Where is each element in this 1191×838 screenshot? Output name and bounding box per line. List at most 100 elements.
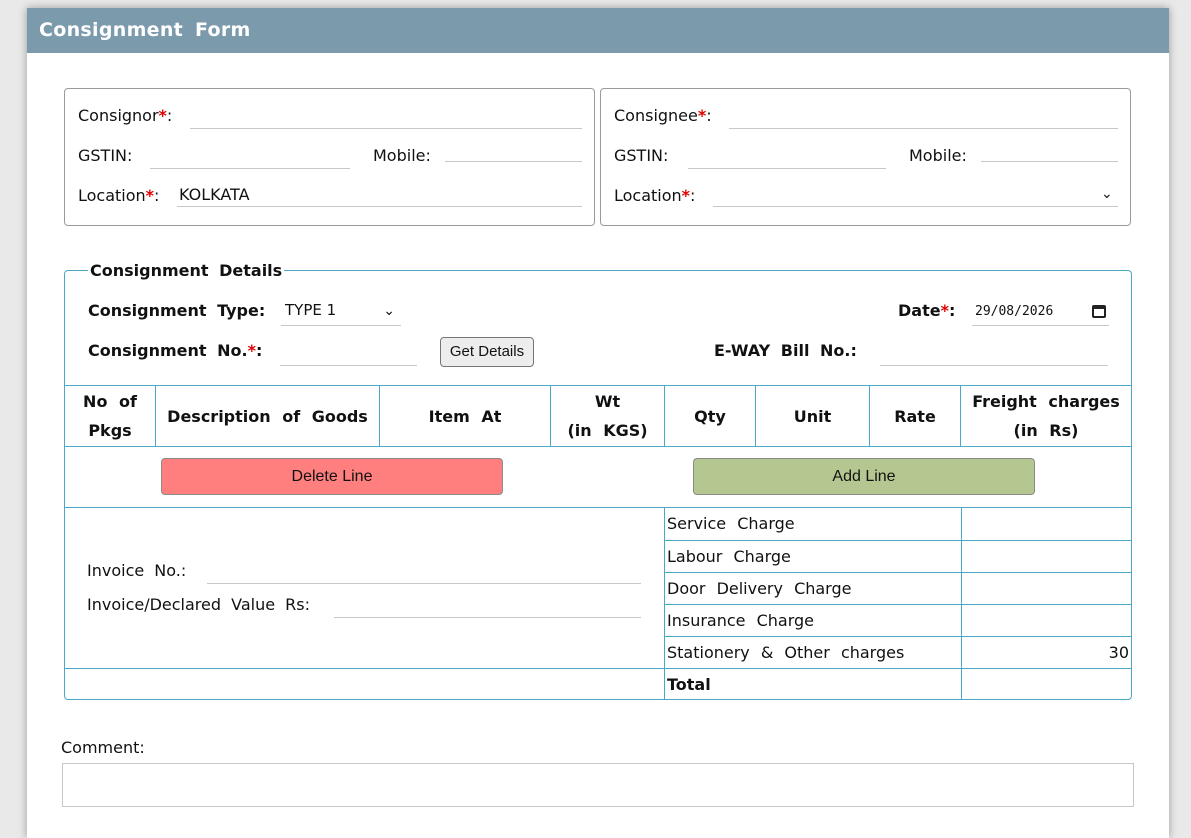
consignment-no-label: Consignment No.*:: [88, 341, 262, 360]
consignment-type-select[interactable]: TYPE 1 ⌄: [281, 298, 401, 326]
consignor-label-text: Consignor: [78, 106, 159, 125]
invoice-no-field[interactable]: [207, 562, 641, 584]
header-rate: Rate: [869, 385, 961, 447]
consignee-gstin-label: GSTIN:: [614, 146, 669, 165]
consignor-name-field[interactable]: [190, 107, 582, 129]
header-freight-charges: Freight charges (in Rs): [960, 385, 1132, 447]
charge-value-field[interactable]: 30: [960, 635, 1132, 669]
charge-label: Door Delivery Charge: [664, 571, 962, 605]
consignee-mobile-label: Mobile:: [909, 146, 967, 165]
header-line: No of: [83, 392, 137, 411]
consignor-panel: Consignor*: GSTIN: Mobile: Location*: KO…: [64, 88, 595, 226]
charge-label: Stationery & Other charges: [664, 635, 962, 669]
header-no-of-pkgs: No of Pkgs: [64, 385, 156, 447]
delete-line-button[interactable]: Delete Line: [161, 458, 503, 495]
total-value: [960, 667, 1132, 700]
charge-row: Insurance Charge: [664, 603, 1132, 637]
colon: :: [948, 301, 956, 320]
consignment-details-legend: Consignment Details: [88, 261, 285, 280]
consignor-gstin-label: GSTIN:: [78, 146, 133, 165]
consignee-panel: Consignee*: GSTIN: Mobile: Location*: ⌄: [600, 88, 1131, 226]
consignor-location-label: Location*:: [78, 186, 159, 205]
charge-label: Service Charge: [664, 508, 962, 541]
consignee-location-select[interactable]: [713, 185, 1118, 207]
header-description: Description of Goods: [155, 385, 380, 447]
colon: :: [154, 186, 160, 205]
goods-table-header-row: No of Pkgs Description of Goods Item At W…: [64, 385, 1132, 447]
header-line: Pkgs: [88, 421, 132, 440]
chevron-down-icon: ⌄: [383, 303, 395, 319]
colon: :: [255, 341, 263, 360]
charge-label: Insurance Charge: [664, 603, 962, 637]
charge-row: Service Charge: [664, 508, 1132, 541]
consignor-location-field[interactable]: KOLKATA: [177, 185, 582, 207]
consignee-label-text: Consignee: [614, 106, 698, 125]
charges-table: Service Charge Labour Charge Door Delive…: [664, 508, 1132, 700]
charge-row: Door Delivery Charge: [664, 571, 1132, 605]
colon: :: [706, 106, 712, 125]
eway-bill-field[interactable]: [880, 344, 1108, 366]
consignee-mobile-field[interactable]: [981, 140, 1118, 162]
invoice-value-field[interactable]: [334, 596, 641, 618]
header-line: Item At: [428, 406, 502, 426]
date-label: Date*:: [898, 301, 955, 320]
consignee-label: Consignee*:: [614, 106, 712, 125]
header-qty: Qty: [664, 385, 756, 447]
charge-label: Labour Charge: [664, 539, 962, 573]
calendar-icon[interactable]: [1092, 305, 1106, 318]
comment-textarea[interactable]: [62, 763, 1134, 807]
charge-row: Stationery & Other charges 30: [664, 635, 1132, 669]
header-item-at: Item At: [379, 385, 551, 447]
header-weight: Wt (in KGS): [550, 385, 665, 447]
consignor-label: Consignor*:: [78, 106, 172, 125]
consignment-type-value: TYPE 1: [285, 301, 337, 319]
header-line: Qty: [694, 406, 726, 426]
header-line: (in KGS): [567, 421, 648, 440]
consignor-mobile-label: Mobile:: [373, 146, 431, 165]
required-mark: *: [158, 106, 167, 125]
consignment-form-page: Consignment Form Consignor*: GSTIN: Mobi…: [27, 8, 1169, 838]
consignor-location-label-text: Location: [78, 186, 146, 205]
invoice-no-label: Invoice No.:: [87, 561, 187, 580]
consignment-no-field[interactable]: [280, 344, 417, 366]
required-mark: *: [145, 186, 155, 205]
consignee-gstin-field[interactable]: [688, 147, 886, 169]
consignee-location-label: Location*:: [614, 186, 695, 205]
header-unit: Unit: [755, 385, 870, 447]
consignee-name-field[interactable]: [729, 107, 1118, 129]
date-value: 29/08/2026: [975, 304, 1054, 319]
comment-label: Comment:: [61, 738, 145, 757]
charge-row: Labour Charge: [664, 539, 1132, 573]
eway-bill-label: E-WAY Bill No.:: [714, 341, 857, 360]
date-label-text: Date: [898, 301, 941, 320]
required-mark: *: [697, 106, 707, 125]
required-mark: *: [940, 301, 949, 320]
header-line: Rate: [894, 406, 936, 426]
colon: :: [166, 106, 173, 125]
form-title: Consignment Form: [27, 8, 1169, 53]
get-details-button[interactable]: Get Details: [440, 337, 534, 367]
charge-value-field[interactable]: [960, 508, 1132, 541]
date-input[interactable]: 29/08/2026: [972, 299, 1109, 326]
header-line: (in Rs): [1013, 421, 1079, 440]
charge-value-field[interactable]: [960, 603, 1132, 637]
consignment-type-label: Consignment Type:: [88, 301, 266, 320]
consignment-no-label-text: Consignment No.: [88, 341, 248, 360]
chevron-down-icon: ⌄: [1101, 186, 1113, 202]
consignor-mobile-field[interactable]: [445, 140, 582, 162]
charge-value-field[interactable]: [960, 539, 1132, 573]
header-line: Unit: [793, 406, 832, 426]
total-label: Total: [664, 667, 962, 700]
consignee-location-label-text: Location: [614, 186, 682, 205]
goods-table: No of Pkgs Description of Goods Item At W…: [64, 385, 1132, 447]
add-line-button[interactable]: Add Line: [693, 458, 1035, 495]
consignment-details-fieldset: Consignment Details Consignment Type: TY…: [64, 261, 1132, 700]
charge-value-field[interactable]: [960, 571, 1132, 605]
colon: :: [690, 186, 696, 205]
required-mark: *: [681, 186, 691, 205]
total-row-divider: [65, 668, 665, 669]
header-line: Freight charges: [972, 392, 1120, 411]
consignor-gstin-field[interactable]: [150, 147, 350, 169]
required-mark: *: [247, 341, 256, 360]
line-actions-row: Delete Line Add Line: [65, 446, 1132, 508]
